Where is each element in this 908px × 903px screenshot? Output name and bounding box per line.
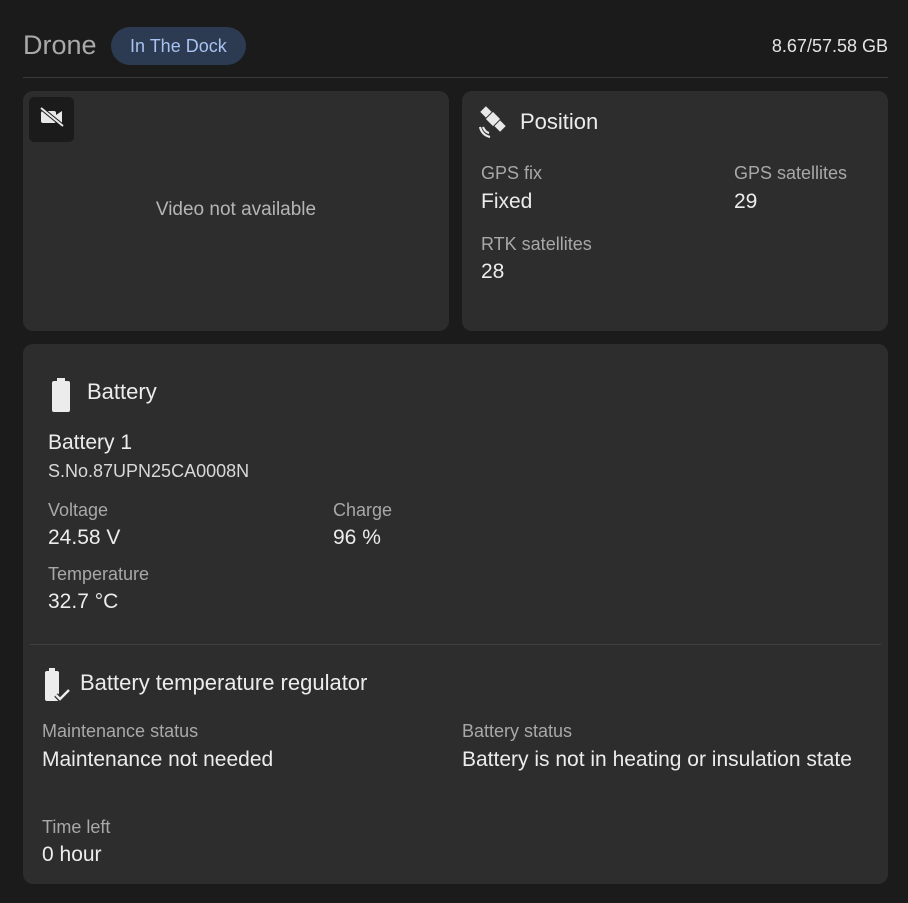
gps-satellites-value: 29 [734,190,758,213]
rtk-satellites-value: 28 [481,260,505,283]
storage-readout: 8.67/57.58 GB [771,36,888,56]
gps-fix-label: GPS fix [481,163,543,183]
battery-status-value: Battery is not in heating or insulation … [462,748,852,771]
rtk-satellites-label: RTK satellites [481,234,592,254]
gps-satellites-label: GPS satellites [734,163,848,183]
page-title: Drone [23,30,97,60]
time-left-value: 0 hour [42,843,102,866]
status-badge: In The Dock [111,27,246,65]
voltage-label: Voltage [48,500,109,520]
videocam-off-icon [38,105,66,134]
maintenance-status-value: Maintenance not needed [42,748,274,771]
maintenance-status-label: Maintenance status [42,721,199,741]
video-card: Video not available [23,91,449,331]
battery-name: Battery 1 [48,431,133,454]
charge-value: 96 % [333,526,381,549]
gps-fix-value: Fixed [481,190,533,213]
drone-header: Drone In The Dock 8.67/57.58 GB [23,26,888,78]
battery-check-icon [44,668,71,709]
video-unavailable-text: Video not available [155,199,317,220]
temperature-value: 32.7 °C [48,590,119,613]
voltage-value: 24.58 V [48,526,121,549]
video-toggle-button[interactable] [29,97,74,142]
regulator-title: Battery temperature regulator [80,670,368,695]
battery-title: Battery [87,379,157,404]
battery-status-label: Battery status [462,721,573,741]
charge-label: Charge [333,500,393,520]
satellite-icon [476,105,510,146]
battery-full-icon [51,378,71,417]
position-title: Position [520,109,599,134]
section-divider [30,644,881,645]
time-left-label: Time left [42,817,111,837]
battery-card: Battery Battery 1 S.No.87UPN25CA0008N Vo… [23,344,888,884]
temperature-label: Temperature [48,564,150,584]
position-card: Position GPS fix Fixed GPS satellites 29… [462,91,888,331]
battery-serial: S.No.87UPN25CA0008N [48,461,250,481]
